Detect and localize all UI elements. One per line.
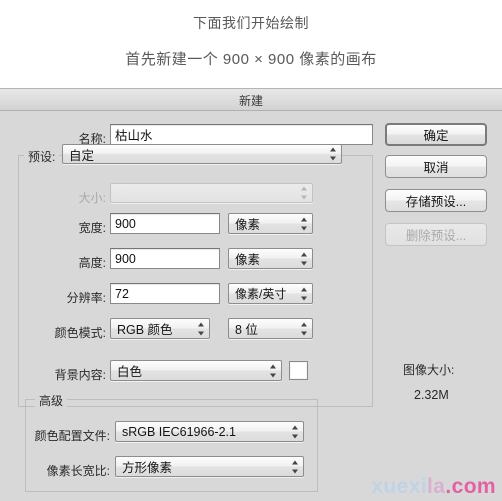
tutorial-line-1: 下面我们开始绘制 bbox=[193, 15, 309, 31]
stepper-icon[interactable] bbox=[269, 364, 276, 377]
pixel-aspect-ratio-value: 方形像素 bbox=[122, 461, 173, 475]
cancel-button[interactable]: 取消 bbox=[385, 155, 487, 178]
dialog-title: 新建 bbox=[238, 94, 263, 108]
stepper-icon[interactable] bbox=[300, 287, 307, 300]
height-unit-dropdown[interactable]: 像素 bbox=[228, 248, 313, 269]
color-mode-label: 颜色模式: bbox=[54, 326, 106, 340]
stepper-icon[interactable] bbox=[291, 460, 298, 473]
width-unit-dropdown[interactable]: 像素 bbox=[228, 213, 313, 234]
height-input[interactable]: 900 bbox=[110, 248, 220, 269]
stepper-icon[interactable] bbox=[329, 147, 336, 161]
pixel-aspect-ratio-dropdown[interactable]: 方形像素 bbox=[115, 456, 304, 477]
advanced-legend: 高级 bbox=[35, 392, 68, 409]
new-document-dialog: 新建 名称: 枯山水 预设: 自定 大小: 宽度: 900 像素 高度: 900 bbox=[0, 88, 502, 501]
color-profile-dropdown[interactable]: sRGB IEC61966-2.1 bbox=[115, 421, 304, 442]
watermark-part-c: .com bbox=[445, 475, 496, 498]
size-label: 大小: bbox=[78, 191, 106, 205]
image-size-value: 2.32M bbox=[414, 388, 449, 402]
background-contents-dropdown[interactable]: 白色 bbox=[110, 360, 282, 381]
resolution-unit-value: 像素/英寸 bbox=[235, 287, 287, 301]
preset-value: 自定 bbox=[69, 148, 95, 163]
background-contents-value: 白色 bbox=[117, 365, 143, 379]
preset-label: 预设: bbox=[24, 148, 60, 165]
tutorial-line-2: 首先新建一个 900 × 900 像素的画布 bbox=[125, 51, 377, 68]
site-watermark: xuexila.com bbox=[371, 475, 496, 499]
watermark-part-a: xuexi bbox=[371, 475, 428, 498]
dialog-titlebar: 新建 bbox=[0, 89, 502, 111]
ok-button[interactable]: 确定 bbox=[385, 123, 487, 146]
color-mode-value: RGB 颜色 bbox=[117, 323, 173, 337]
stepper-icon[interactable] bbox=[300, 322, 307, 335]
width-label: 宽度: bbox=[78, 221, 106, 235]
name-input[interactable]: 枯山水 bbox=[110, 124, 373, 145]
stepper-icon bbox=[300, 186, 307, 200]
image-size-label: 图像大小: bbox=[403, 363, 455, 377]
delete-preset-button: 删除预设... bbox=[385, 223, 487, 246]
save-preset-button[interactable]: 存储预设... bbox=[385, 189, 487, 212]
color-profile-value: sRGB IEC61966-2.1 bbox=[122, 424, 236, 439]
background-contents-label: 背景内容: bbox=[54, 368, 106, 382]
background-color-swatch[interactable] bbox=[289, 361, 308, 380]
color-depth-dropdown[interactable]: 8 位 bbox=[228, 318, 313, 339]
color-profile-label: 颜色配置文件: bbox=[34, 429, 110, 443]
stepper-icon[interactable] bbox=[197, 322, 204, 335]
resolution-input[interactable]: 72 bbox=[110, 283, 220, 304]
resolution-unit-dropdown[interactable]: 像素/英寸 bbox=[228, 283, 313, 304]
width-unit-value: 像素 bbox=[235, 218, 261, 232]
width-input[interactable]: 900 bbox=[110, 213, 220, 234]
preset-dropdown[interactable]: 自定 bbox=[62, 144, 342, 164]
resolution-label: 分辨率: bbox=[66, 291, 106, 305]
size-dropdown bbox=[110, 183, 313, 203]
stepper-icon[interactable] bbox=[300, 252, 307, 265]
pixel-aspect-ratio-label: 像素长宽比: bbox=[46, 464, 110, 478]
height-label: 高度: bbox=[78, 256, 106, 270]
color-mode-dropdown[interactable]: RGB 颜色 bbox=[110, 318, 210, 339]
screenshot-root: 下面我们开始绘制 首先新建一个 900 × 900 像素的画布 新建 名称: 枯… bbox=[0, 0, 502, 501]
height-unit-value: 像素 bbox=[235, 253, 261, 267]
color-depth-value: 8 位 bbox=[235, 323, 258, 337]
stepper-icon[interactable] bbox=[291, 425, 298, 438]
stepper-icon[interactable] bbox=[300, 217, 307, 230]
watermark-part-b: la bbox=[427, 475, 446, 498]
